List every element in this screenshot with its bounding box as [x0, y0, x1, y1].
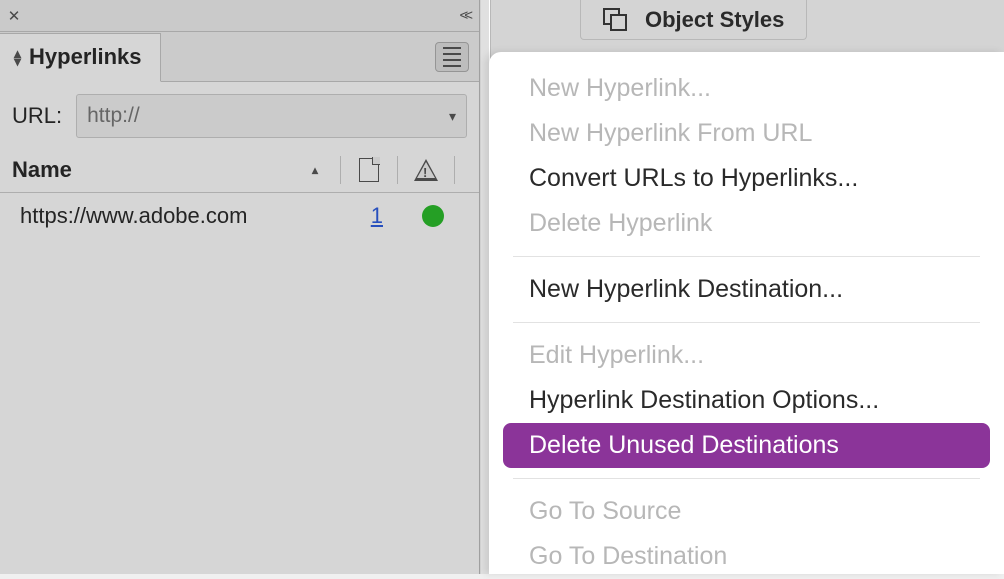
menu-delete-hyperlink: Delete Hyperlink [489, 201, 1004, 246]
panel-menu-button[interactable] [435, 42, 469, 72]
status-ok-icon [422, 205, 444, 227]
menu-new-destination[interactable]: New Hyperlink Destination... [489, 267, 1004, 312]
header-divider [454, 156, 455, 184]
column-name-label: Name [12, 157, 72, 183]
menu-edit-hyperlink: Edit Hyperlink... [489, 333, 1004, 378]
object-styles-icon [603, 8, 631, 32]
table-row[interactable]: https://www.adobe.com 1 [0, 193, 479, 239]
menu-go-to-destination: Go To Destination [489, 534, 1004, 579]
menu-new-hyperlink: New Hyperlink... [489, 66, 1004, 111]
tab-hyperlinks[interactable]: ▴▾ Hyperlinks [0, 33, 161, 82]
hyperlink-name: https://www.adobe.com [12, 203, 343, 229]
header-divider [340, 156, 341, 184]
column-name-header[interactable]: Name ▴ [12, 157, 328, 183]
menu-delete-unused-destinations[interactable]: Delete Unused Destinations [503, 423, 990, 468]
panel-tabs: ▴▾ Hyperlinks [0, 32, 479, 82]
menu-separator [513, 322, 980, 323]
page-icon [359, 158, 379, 182]
sort-indicator-icon: ▴ [312, 163, 318, 177]
panel-titlebar: ✕ << [0, 0, 479, 32]
hyperlinks-panel: ✕ << ▴▾ Hyperlinks URL: ▾ Name ▴ [0, 0, 480, 574]
menu-new-hyperlink-from-url: New Hyperlink From URL [489, 111, 1004, 156]
close-icon[interactable]: ✕ [0, 0, 28, 32]
menu-separator [513, 478, 980, 479]
menu-destination-options[interactable]: Hyperlink Destination Options... [489, 378, 1004, 423]
tab-label: Hyperlinks [29, 44, 142, 70]
url-combo[interactable]: ▾ [76, 94, 467, 138]
hyperlink-status-cell [399, 205, 467, 227]
url-row: URL: ▾ [0, 82, 479, 152]
collapse-icon[interactable]: << [449, 7, 479, 24]
menu-separator [513, 256, 980, 257]
menu-convert-urls[interactable]: Convert URLs to Hyperlinks... [489, 156, 1004, 201]
table-header: Name ▴ ! [0, 152, 479, 193]
expand-collapse-icon: ▴▾ [14, 49, 21, 65]
panel-context-menu: New Hyperlink... New Hyperlink From URL … [489, 52, 1004, 574]
warning-icon: ! [414, 159, 438, 181]
hyperlink-count-link[interactable]: 1 [371, 203, 383, 228]
header-divider [397, 156, 398, 184]
column-page-header[interactable] [353, 158, 385, 182]
url-input[interactable] [87, 104, 449, 128]
column-status-header[interactable]: ! [410, 159, 442, 181]
url-label: URL: [12, 103, 62, 129]
hyperlink-count-cell: 1 [343, 203, 399, 229]
chevron-down-icon[interactable]: ▾ [449, 108, 456, 125]
object-styles-label: Object Styles [645, 7, 784, 33]
menu-go-to-source: Go To Source [489, 489, 1004, 534]
object-styles-tab[interactable]: Object Styles [580, 0, 807, 40]
